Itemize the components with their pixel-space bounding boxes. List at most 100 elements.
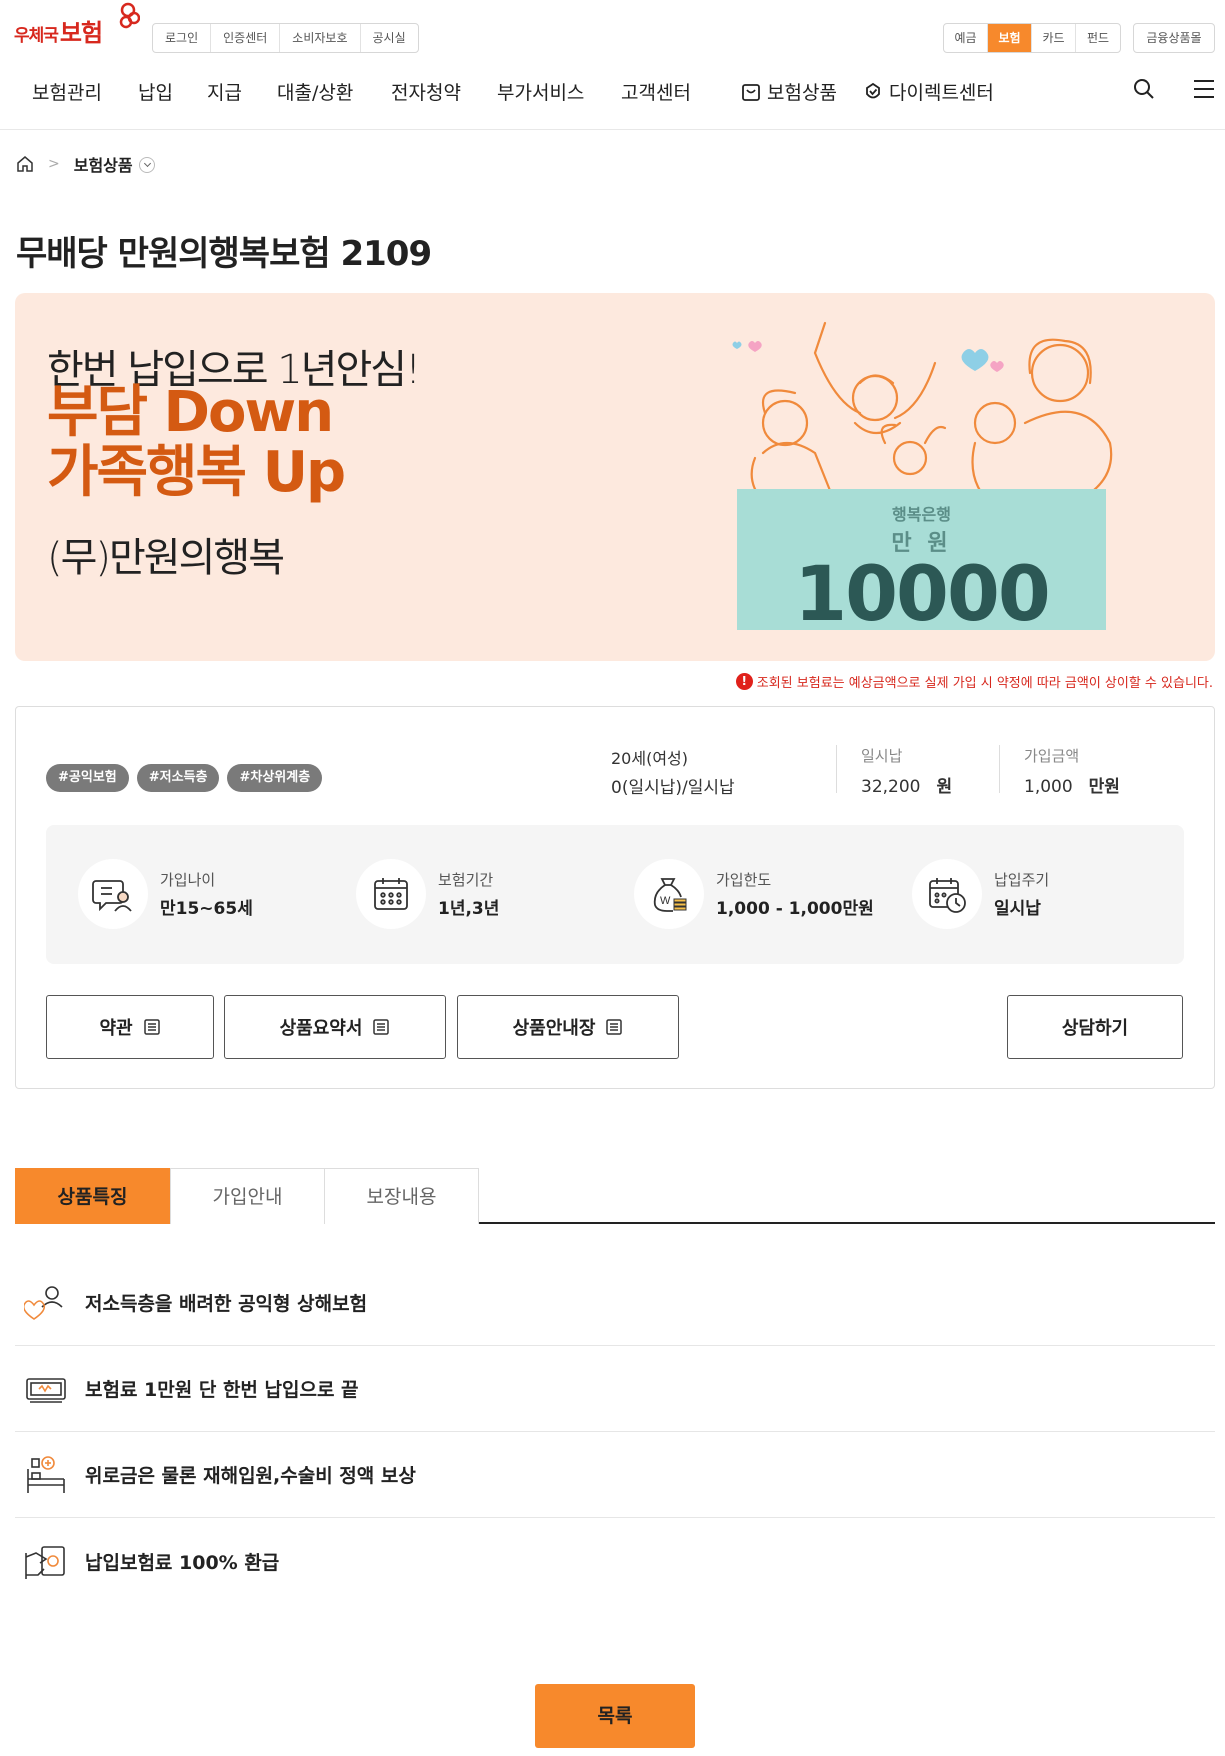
consult-button[interactable]: 상담하기	[1007, 995, 1183, 1059]
feature-period: 보험기간 1년,3년	[356, 859, 499, 929]
product-summary-button[interactable]: 상품요약서	[224, 995, 446, 1059]
feature-age: 가입나이 만15~65세	[78, 859, 253, 929]
service-tab-insurance[interactable]: 보험	[988, 24, 1032, 52]
list-button[interactable]: 목록	[535, 1684, 695, 1748]
product-banner: 한번 납입으로 1년안심! 부담 Down 가족행복 Up (무)만원의행복 행…	[15, 293, 1215, 661]
premium-metric: 일시납 32,200 원	[836, 745, 952, 797]
breadcrumb-current[interactable]: 보험상품	[74, 152, 133, 176]
disclosure-link[interactable]: 공시실	[361, 24, 418, 52]
feature-period-label: 보험기간	[438, 871, 494, 889]
nav-item-direct-center[interactable]: 다이렉트센터	[863, 78, 994, 105]
service-tab-deposit[interactable]: 예금	[944, 24, 988, 52]
chevron-right-icon: >	[48, 156, 60, 172]
product-features-box: 가입나이 만15~65세 보험기간 1년,3년 W 가입한도 1,000 - 1,00…	[46, 825, 1184, 964]
product-tags: #공익보험 #저소득층 #차상위계층	[46, 764, 323, 792]
svg-text:W: W	[660, 895, 671, 907]
banner-line-4: (무)만원의행복	[47, 535, 285, 581]
feature-payment-cycle: 납입주기 일시납	[912, 859, 1049, 929]
certificate-center-link[interactable]: 인증센터	[211, 24, 281, 52]
nav-item-e-application[interactable]: 전자청약	[391, 78, 461, 105]
calendar-icon	[356, 859, 426, 929]
warning-icon: !	[735, 673, 753, 690]
logo-main-text: 보험	[59, 18, 103, 47]
tag: #저소득층	[136, 764, 220, 792]
feature-limit-value: 1,000 - 1,000만원	[716, 899, 874, 919]
premium-notice-text: 조회된 보험료는 예상금액으로 실제 가입 시 약정에 따라 금액이 상이할 수…	[756, 676, 1213, 691]
banner-line-3: 가족행복 Up	[47, 440, 346, 505]
calendar-clock-icon	[912, 859, 982, 929]
banner-line-2: 부담 Down	[47, 380, 334, 445]
feature-text-4: 납입보험료 100% 환급	[85, 1551, 280, 1574]
service-tab-card[interactable]: 카드	[1032, 24, 1076, 52]
consult-person-icon	[78, 859, 148, 929]
login-link[interactable]: 로그인	[153, 24, 212, 52]
nav-direct-label: 다이렉트센터	[889, 82, 994, 104]
list-item: 보험료 1만원 단 한번 납입으로 끝	[15, 1346, 1215, 1432]
nav-item-customer-center[interactable]: 고객센터	[621, 78, 691, 105]
feature-age-label: 가입나이	[160, 871, 216, 889]
logo[interactable]: 우체국보험	[14, 6, 103, 54]
product-info-card: #공익보험 #저소득층 #차상위계층 20세(여성) 0(일시납)/일시납 일시…	[15, 706, 1215, 1089]
premium-value: 32,200	[861, 777, 921, 797]
premium-unit: 원	[936, 777, 953, 797]
feature-list: 저소득층을 배려한 공익형 상해보험 보험료 1만원 단 한번 납입으로 끝 위…	[15, 1260, 1215, 1604]
feature-payment-cycle-value: 일시납	[994, 899, 1041, 919]
coverage-amount-value: 1,000	[1024, 777, 1073, 797]
nav-item-insurance-products[interactable]: 보험상품	[741, 78, 837, 105]
document-icon	[143, 1019, 160, 1035]
document-icon	[373, 1019, 390, 1035]
feature-text-1: 저소득층을 배려한 공익형 상해보험	[85, 1293, 368, 1315]
hospital-bed-icon	[23, 1453, 69, 1497]
nav-products-label: 보험상품	[767, 82, 837, 104]
feature-limit-label: 가입한도	[716, 871, 772, 889]
premium-label: 일시납	[861, 747, 903, 765]
product-tabs: 상품특징 가입안내 보장내용	[15, 1168, 1215, 1224]
terms-button[interactable]: 약관	[46, 995, 214, 1059]
shield-heart-icon	[866, 82, 880, 99]
consult-button-label: 상담하기	[1061, 1018, 1129, 1039]
main-nav: 보험관리 납입 지급 대출/상환 전자청약 부가서비스 고객센터 보험상품 다이…	[0, 64, 1225, 130]
tab-enrollment-guide[interactable]: 가입안내	[170, 1168, 325, 1224]
nav-item-extra-services[interactable]: 부가서비스	[497, 78, 584, 105]
home-icon[interactable]	[16, 155, 34, 173]
nav-item-loan[interactable]: 대출/상환	[277, 78, 353, 105]
search-icon[interactable]	[1133, 78, 1155, 104]
menu-icon[interactable]	[1193, 78, 1215, 104]
nav-item-claim[interactable]: 지급	[207, 78, 242, 105]
heart-person-icon	[23, 1281, 69, 1325]
coverage-amount-label: 가입금액	[1024, 747, 1080, 765]
shopping-bag-icon	[742, 84, 760, 101]
list-item: 위로금은 물론 재해입원,수술비 정액 보상	[15, 1432, 1215, 1518]
premium-notice: ! 조회된 보험료는 예상금액으로 실제 가입 시 약정에 따라 금액이 상이할…	[735, 672, 1213, 691]
tag: #차상위계층	[227, 764, 323, 792]
service-tab-fund[interactable]: 펀드	[1076, 24, 1120, 52]
consumer-protection-link[interactable]: 소비자보호	[280, 24, 361, 52]
chevron-down-icon[interactable]	[138, 157, 155, 173]
breadcrumb: > 보험상품	[16, 152, 155, 176]
nav-item-insurance-management[interactable]: 보험관리	[32, 78, 102, 105]
tab-coverage[interactable]: 보장내용	[324, 1168, 479, 1224]
product-summary-button-label: 상품요약서	[279, 1018, 363, 1039]
service-tabs: 예금 보험 카드 펀드	[943, 23, 1121, 53]
logo-small-text: 우체국	[14, 25, 59, 46]
list-item: 납입보험료 100% 환급	[15, 1518, 1215, 1604]
terms-button-label: 약관	[99, 1018, 133, 1039]
bank-sign: 행복은행 만 원 10000	[737, 489, 1106, 638]
bank-name: 행복은행	[892, 505, 951, 524]
coverage-amount-metric: 가입금액 1,000 만원	[999, 745, 1120, 797]
bank-amount: 10000	[794, 549, 1050, 638]
utility-links: 로그인 인증센터 소비자보호 공시실	[152, 23, 419, 53]
list-item: 저소득층을 배려한 공익형 상해보험	[15, 1260, 1215, 1346]
page-title: 무배당 만원의행복보험 2109	[16, 234, 432, 274]
banknote-icon	[23, 1367, 69, 1411]
hand-money-icon	[23, 1539, 69, 1583]
product-guide-button-label: 상품안내장	[512, 1018, 596, 1039]
tab-features[interactable]: 상품특징	[15, 1168, 170, 1224]
product-guide-button[interactable]: 상품안내장	[457, 995, 679, 1059]
feature-text-3: 위로금은 물론 재해입원,수술비 정액 보상	[85, 1465, 416, 1487]
tag: #공익보험	[46, 764, 129, 792]
money-bag-icon: W	[634, 859, 704, 929]
nav-item-payment[interactable]: 납입	[138, 78, 173, 105]
document-icon	[606, 1019, 623, 1035]
financial-mall-button[interactable]: 금융상품몰	[1133, 23, 1215, 53]
